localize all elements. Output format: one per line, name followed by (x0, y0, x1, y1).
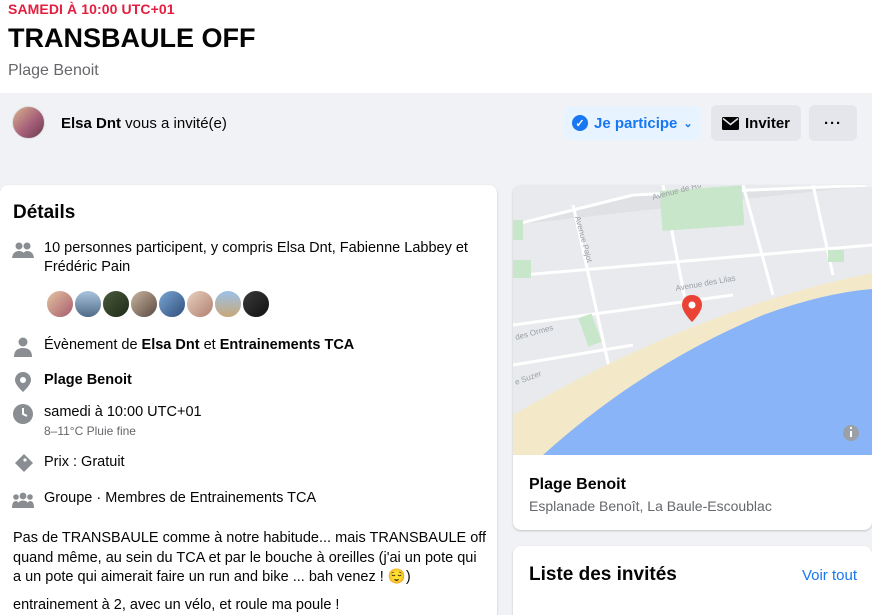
host-link-1[interactable]: Elsa Dnt (142, 337, 200, 353)
participant-avatar[interactable] (129, 289, 159, 319)
group-icon (12, 489, 34, 511)
guest-list-heading: Liste des invités (529, 564, 677, 585)
participants-row: 10 personnes participent, y compris Elsa… (12, 239, 484, 277)
person-icon (12, 336, 34, 358)
event-by-and: et (199, 337, 220, 353)
invite-bar: Elsa Dnt vous a invité(e) ✓ Je participe… (0, 93, 872, 153)
inviter-avatar[interactable] (12, 106, 45, 139)
chevron-down-icon: ⌄ (683, 117, 693, 130)
location-pin-icon (12, 371, 34, 393)
details-heading: Détails (13, 202, 76, 223)
inviter-name[interactable]: Elsa Dnt (61, 115, 121, 132)
map-place-name[interactable]: Plage Benoit (529, 476, 626, 494)
check-icon: ✓ (572, 115, 588, 131)
info-icon[interactable] (843, 425, 859, 441)
participant-avatar[interactable] (241, 289, 271, 319)
invite-suffix: vous a invité(e) (121, 115, 227, 132)
guest-list-card: Liste des invités Voir tout (513, 546, 872, 615)
see-all-link[interactable]: Voir tout (802, 567, 857, 584)
details-card: Détails 10 personnes participent, y comp… (0, 185, 497, 615)
participant-avatar[interactable] (73, 289, 103, 319)
description-paragraph-1: Pas de TRANSBAULE comme à notre habitude… (13, 530, 487, 585)
price-text: Prix : Gratuit (44, 454, 125, 470)
group-row: Groupe · Membres de Entrainements TCA (12, 489, 316, 511)
people-icon (12, 239, 34, 261)
description-paragraph-2: entrainement à 2, avec un vélo, et roule… (13, 596, 340, 613)
invite-label: Inviter (744, 114, 790, 132)
map-card: Avenue de Ru Avenue Pajot Avenue des Lil… (513, 185, 872, 530)
event-location[interactable]: Plage Benoit (8, 62, 99, 80)
invite-button[interactable]: Inviter (711, 105, 801, 141)
participant-avatar[interactable] (157, 289, 187, 319)
participants-text: 10 personnes participent, y compris Elsa… (44, 240, 468, 275)
price-row: Prix : Gratuit (12, 453, 125, 475)
place-link[interactable]: Plage Benoit (44, 371, 132, 393)
invite-text: Elsa Dnt vous a invité(e) (61, 115, 227, 132)
host-text: Évènement de Elsa Dnt et Entrainements T… (44, 336, 354, 358)
location-map[interactable]: Avenue de Ru Avenue Pajot Avenue des Lil… (513, 185, 872, 455)
going-label: Je participe (594, 114, 678, 132)
time-row: samedi à 10:00 UTC+01 8–11°C Pluie fine (12, 403, 202, 441)
more-options-button[interactable]: ··· (809, 105, 857, 141)
event-time: samedi à 10:00 UTC+01 (44, 404, 202, 420)
weather-text: 8–11°C Pluie fine (44, 424, 136, 438)
host-link-2[interactable]: Entrainements TCA (220, 337, 355, 353)
event-by-prefix: Évènement de (44, 337, 142, 353)
event-date: SAMEDI À 10:00 UTC+01 (8, 1, 175, 17)
participant-avatar[interactable] (101, 289, 131, 319)
participant-avatars[interactable] (45, 289, 271, 319)
envelope-icon (721, 116, 739, 130)
going-button[interactable]: ✓ Je participe ⌄ (564, 106, 701, 140)
ticket-icon (12, 453, 34, 475)
event-title: TRANSBAULE OFF (8, 23, 256, 53)
more-icon: ··· (824, 114, 842, 132)
participant-avatar[interactable] (185, 289, 215, 319)
host-row: Évènement de Elsa Dnt et Entrainements T… (12, 336, 354, 358)
participant-avatar[interactable] (45, 289, 75, 319)
event-header: SAMEDI À 10:00 UTC+01 TRANSBAULE OFF Pla… (0, 0, 872, 93)
clock-icon (12, 403, 34, 425)
group-text[interactable]: Groupe · Membres de Entrainements TCA (44, 489, 316, 511)
map-address: Esplanade Benoît, La Baule-Escoublac (529, 498, 772, 514)
event-description: Pas de TRANSBAULE comme à notre habitude… (13, 529, 488, 615)
participant-avatar[interactable] (213, 289, 243, 319)
place-row: Plage Benoit (12, 371, 132, 393)
time-block: samedi à 10:00 UTC+01 8–11°C Pluie fine (44, 403, 202, 441)
